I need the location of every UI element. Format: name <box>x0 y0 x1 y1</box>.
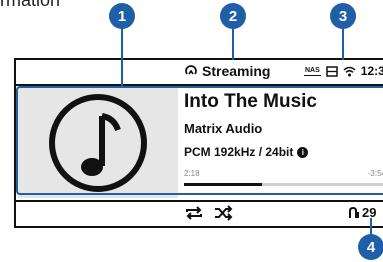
callout-number: 4 <box>358 234 383 260</box>
volume-icon <box>349 206 359 218</box>
callout-stem <box>121 24 123 88</box>
clock: 12:34 <box>360 64 383 78</box>
source-indicator[interactable]: Streaming <box>184 63 270 79</box>
shuffle-icon[interactable] <box>214 205 234 221</box>
callout-number: 1 <box>109 3 135 29</box>
status-indicators: NAS 12:34 <box>304 64 383 78</box>
nas-icon: NAS <box>304 66 321 76</box>
repeat-icon[interactable] <box>184 205 204 221</box>
status-bar: Streaming NAS 12:34 <box>16 60 383 84</box>
callout-stem <box>232 24 234 60</box>
divider <box>16 200 383 202</box>
streaming-icon <box>185 65 197 75</box>
source-label: Streaming <box>202 63 271 79</box>
volume-indicator[interactable]: 29 <box>348 205 376 220</box>
now-playing-highlight <box>16 86 383 195</box>
wifi-icon <box>343 66 356 76</box>
callout-number: 3 <box>330 3 356 29</box>
section-caption: rmation <box>0 0 61 10</box>
usb-drive-icon <box>326 65 338 77</box>
callout-stem <box>342 24 344 60</box>
callout-number: 2 <box>220 3 246 29</box>
